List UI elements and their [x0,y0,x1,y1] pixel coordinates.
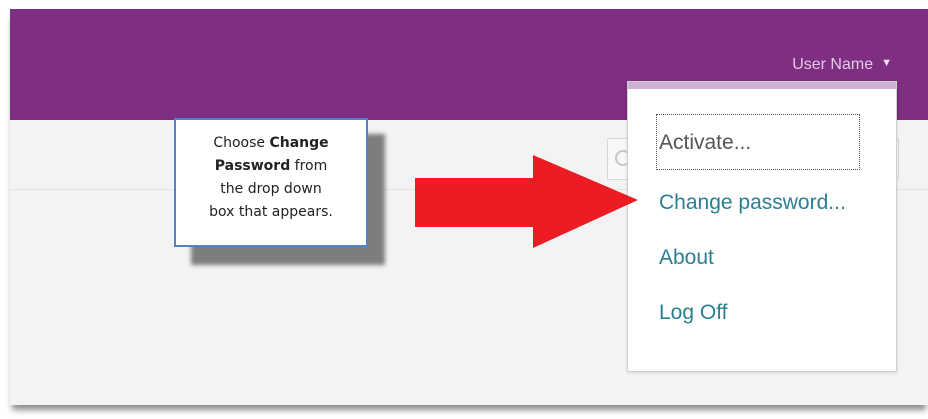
callout-text-3: the drop down [220,181,322,197]
callout-text-2: from [290,158,328,174]
callout-text-1: Choose [213,135,270,151]
user-name-label: User Name [792,56,874,73]
caret-down-icon: ▼ [881,57,892,69]
user-menu-button[interactable]: User Name ▼ [792,56,892,74]
callout-bold-1: Change [269,135,329,151]
user-dropdown-menu: Activate... Change password... About Log… [627,81,897,372]
menu-item-log-off[interactable]: Log Off [659,300,728,326]
dropdown-accent-bar [628,82,896,89]
menu-item-about[interactable]: About [659,245,714,271]
menu-item-activate[interactable]: Activate... [656,114,860,170]
callout-bold-2: Password [214,158,291,174]
instruction-callout: Choose Change Password from the drop dow… [174,118,368,247]
menu-item-change-password[interactable]: Change password... [659,190,846,216]
callout-text-4: box that appears. [209,204,333,220]
red-arrow-icon [415,155,638,248]
